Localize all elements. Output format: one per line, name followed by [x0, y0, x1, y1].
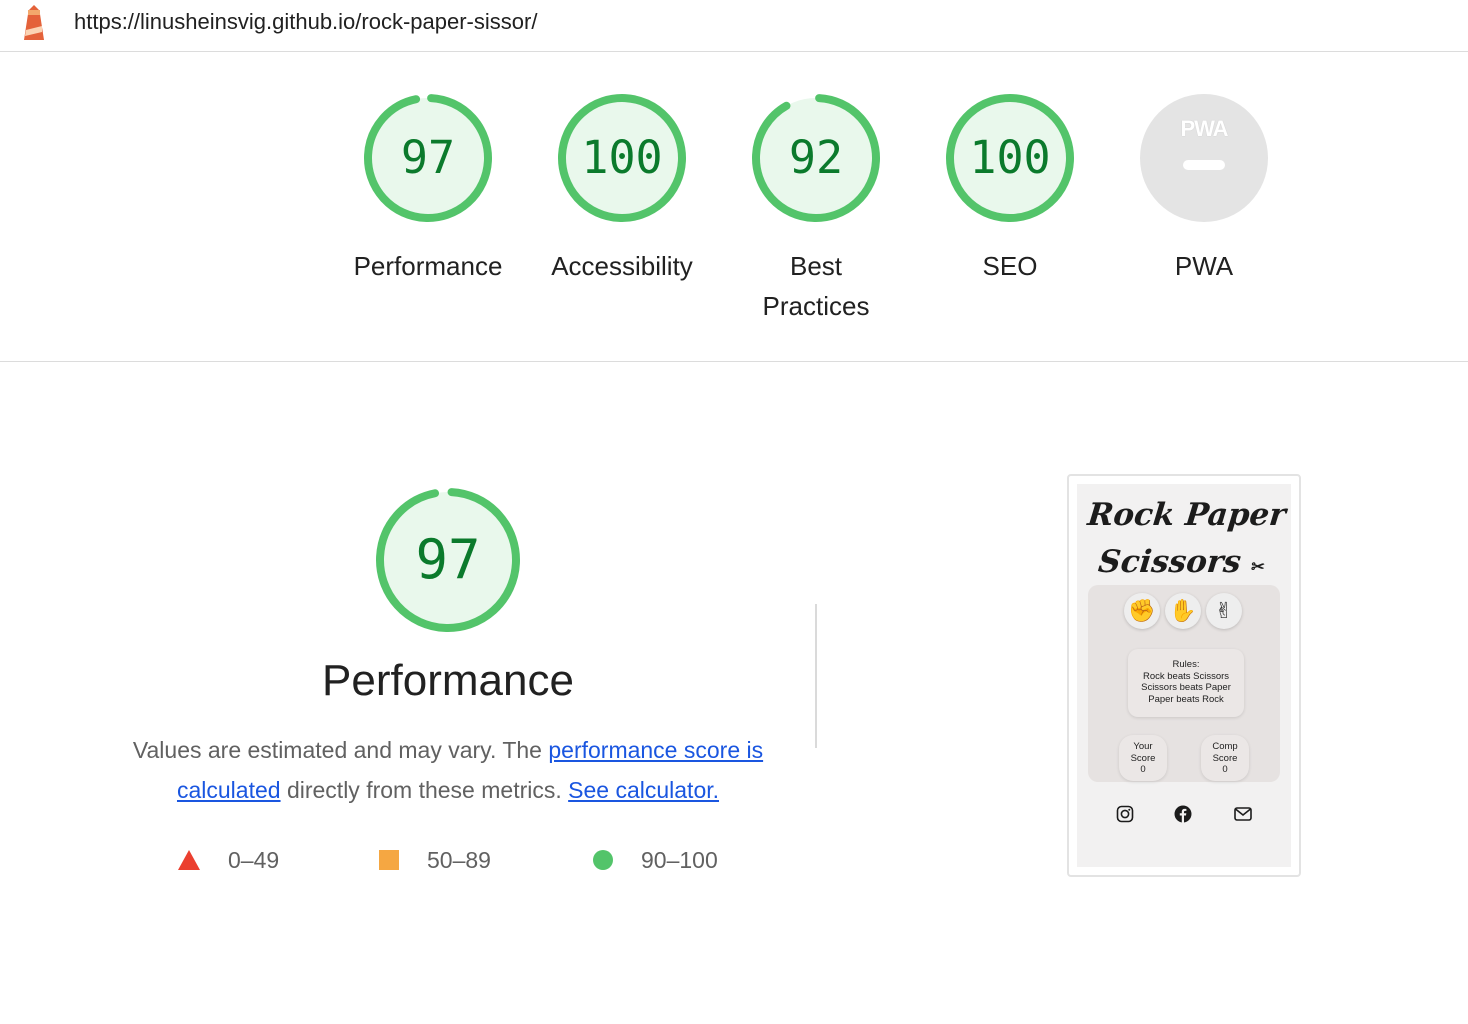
- see-calculator-link[interactable]: See calculator.: [568, 777, 719, 803]
- game-title-line: Rock Paper: [1085, 497, 1288, 533]
- score-gauge: 100: [556, 92, 688, 224]
- score-value: 97: [415, 528, 481, 591]
- rules-line: Paper beats Rock: [1148, 693, 1224, 705]
- instagram-icon[interactable]: [1115, 804, 1135, 824]
- rules-line: Rules:: [1172, 659, 1200, 670]
- circle-pass-icon: [593, 850, 613, 870]
- desc-text: directly from these metrics.: [280, 777, 569, 803]
- paper-hand-icon[interactable]: ✋: [1165, 593, 1201, 629]
- gauge-accessibility[interactable]: 100 Accessibility: [532, 92, 712, 286]
- rules-box: Rules: Rock beats Scissors Scissors beat…: [1128, 649, 1244, 717]
- score-number: 0: [1222, 764, 1228, 775]
- rock-hand-icon[interactable]: ✊: [1124, 593, 1160, 629]
- score-label: Score: [1212, 752, 1238, 764]
- your-score: Your Score 0: [1119, 735, 1167, 781]
- score-value: 100: [969, 131, 1051, 184]
- gauge-label: Performance: [353, 251, 503, 281]
- gauge-label: Accessibility: [551, 251, 693, 281]
- section-title: Performance: [322, 656, 574, 705]
- scissors-hand-icon[interactable]: ✌: [1206, 593, 1242, 629]
- report-header: https://linusheinsvig.github.io/rock-pap…: [0, 0, 1468, 52]
- facebook-icon[interactable]: [1173, 804, 1193, 824]
- game-title: Rock Paper Scissors ✂: [1077, 492, 1291, 590]
- square-average-icon: [379, 850, 399, 870]
- score-value: 92: [788, 131, 844, 184]
- page-url[interactable]: https://linusheinsvig.github.io/rock-pap…: [74, 9, 537, 35]
- gauge-label: Best Practices: [726, 246, 906, 326]
- gauge-pwa[interactable]: PWA PWA: [1114, 92, 1294, 286]
- triangle-fail-icon: [178, 850, 200, 870]
- gauge-performance[interactable]: 97 Performance: [338, 92, 518, 286]
- final-screenshot[interactable]: Rock Paper Scissors ✂ ✊ ✋ ✌ Rules: Rock …: [1067, 474, 1301, 877]
- pwa-badge-circle: PWA: [1140, 94, 1268, 222]
- screenshot-content: Rock Paper Scissors ✂ ✊ ✋ ✌ Rules: Rock …: [1077, 484, 1291, 867]
- social-links: [1077, 804, 1291, 828]
- performance-gauge-large: 97: [374, 486, 522, 634]
- legend-range: 50–89: [427, 847, 491, 873]
- rules-line: Scissors beats Paper: [1141, 682, 1231, 693]
- scissors-emoji-icon: ✂: [1250, 557, 1266, 576]
- gauge-label-line: Practices: [762, 291, 870, 321]
- gauge-seo[interactable]: 100 SEO: [920, 92, 1100, 286]
- performance-description: Values are estimated and may vary. The p…: [118, 730, 778, 810]
- legend-range: 0–49: [228, 847, 280, 873]
- pwa-badge-text: PWA: [1180, 116, 1228, 141]
- game-title-line: Scissors: [1096, 544, 1243, 580]
- section-divider: [0, 361, 1468, 362]
- lighthouse-icon: [24, 5, 44, 40]
- gauge-label: SEO: [982, 251, 1038, 281]
- score-label: Score: [1130, 752, 1156, 764]
- legend-range: 90–100: [641, 847, 718, 873]
- comp-score: Comp Score 0: [1201, 735, 1249, 781]
- score-value: 100: [581, 131, 663, 184]
- gauge-label-line: Best: [789, 251, 843, 281]
- score-gauge: 92: [750, 92, 882, 224]
- desc-text: Values are estimated and may vary. The: [132, 737, 549, 763]
- score-label: Comp: [1212, 741, 1238, 752]
- gauge-label: PWA: [1174, 251, 1234, 281]
- rules-line: Rock beats Scissors: [1142, 670, 1230, 682]
- hand-choices: ✊ ✋ ✌: [1088, 593, 1280, 633]
- mail-icon[interactable]: [1233, 804, 1253, 824]
- score-label: Your: [1133, 741, 1153, 752]
- score-gauge: 97: [362, 92, 494, 224]
- vertical-divider: [815, 604, 817, 748]
- score-gauge: 100: [944, 92, 1076, 224]
- pwa-badge: PWA: [1138, 92, 1270, 224]
- gauge-best-practices[interactable]: 92 Best Practices: [726, 92, 906, 326]
- score-summary: 97 Performance 100 Accessibility 92 Best…: [0, 52, 1468, 362]
- game-panel: ✊ ✋ ✌ Rules: Rock beats Scissors Scissor…: [1088, 585, 1280, 782]
- pwa-dash-icon: [1183, 160, 1225, 170]
- score-value: 97: [400, 131, 456, 184]
- score-number: 0: [1140, 764, 1146, 775]
